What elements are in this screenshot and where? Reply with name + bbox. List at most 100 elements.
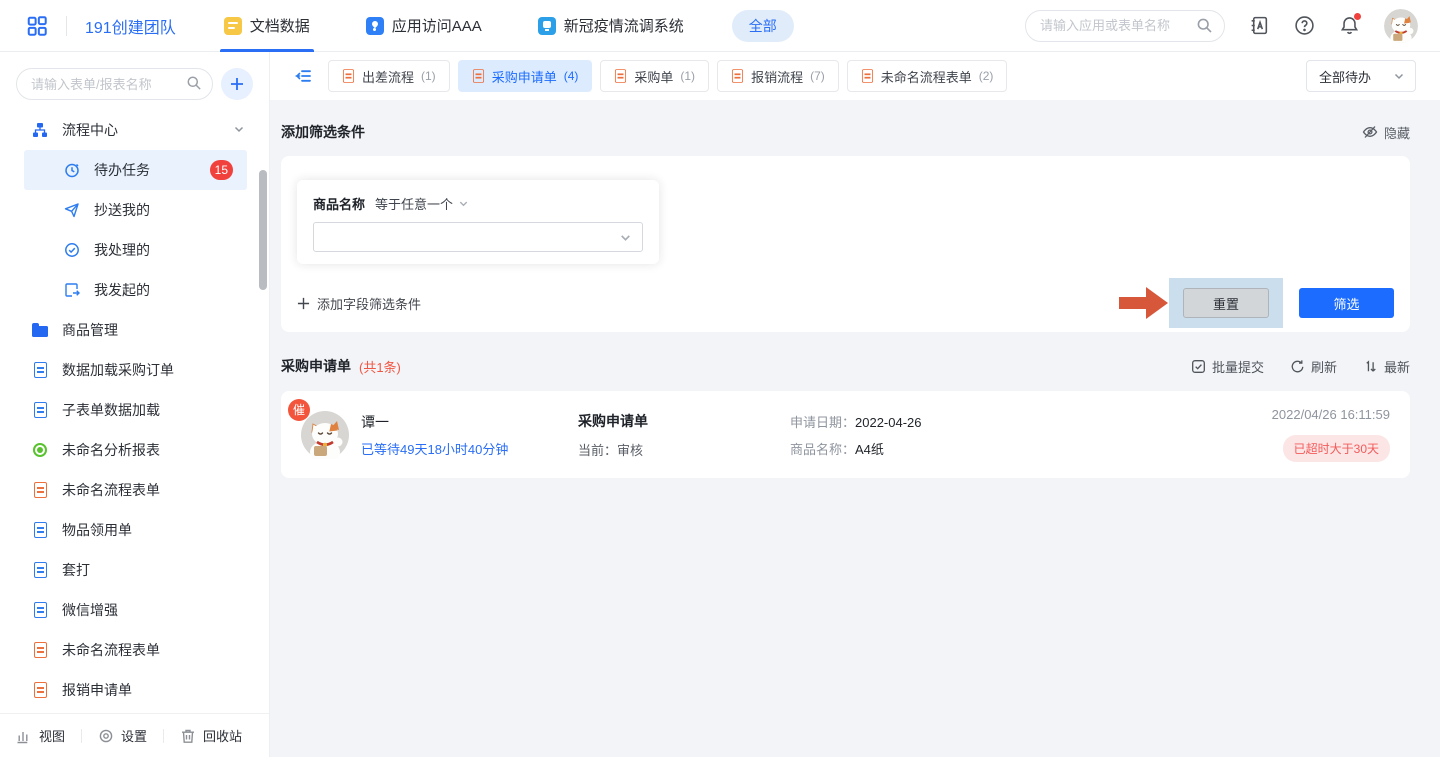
form-item-label: 套打 [62,560,90,580]
all-apps-pill[interactable]: 全部 [732,10,794,42]
urge-badge: 催 [288,399,310,421]
todo-scope-select[interactable]: 全部待办 [1306,60,1416,92]
team-name[interactable]: 191创建团队 [85,14,176,38]
overdue-tag: 已超时大于30天 [1283,435,1390,462]
todo-scope-value: 全部待办 [1319,67,1371,86]
task-list-item[interactable]: 催 [281,391,1410,478]
recycle-bin-button[interactable]: 回收站 [180,726,242,745]
trash-icon [180,728,196,744]
form-tab-business-trip[interactable]: 出差流程 (1) [328,60,450,92]
field-value: A4纸 [855,442,884,457]
sidebar-item-cc-to-me[interactable]: 抄送我的 [0,190,269,230]
sidebar-report-item[interactable]: 未命名分析报表 [0,430,269,470]
sidebar-form-item[interactable]: 数据加载采购订单 [0,350,269,390]
chevron-down-icon [619,231,632,244]
sidebar-item-label: 抄送我的 [94,200,150,220]
reset-button[interactable]: 重置 [1183,288,1269,318]
main-area: 出差流程 (1) 采购申请单 (4) 采购单 (1) [270,52,1440,757]
hide-label: 隐藏 [1384,123,1410,142]
sidebar-form-item[interactable]: 套打 [0,550,269,590]
form-tab-unnamed-process[interactable]: 未命名流程表单 (2) [847,60,1008,92]
todo-count-badge: 15 [210,160,233,180]
batch-submit-button[interactable]: 批量提交 [1191,357,1264,376]
sort-latest-button[interactable]: 最新 [1363,357,1410,376]
sidebar-item-todo-tasks[interactable]: 待办任务 15 [24,150,247,190]
sidebar-tree: 流程中心 待办任务 15 [0,110,269,713]
form-search [16,68,213,100]
action-label: 刷新 [1311,357,1337,376]
applicant-avatar [301,411,349,459]
refresh-icon [1290,359,1305,374]
bar-chart-icon [16,728,32,744]
folder-icon [32,322,48,338]
process-doc-icon [32,642,48,658]
form-item-label: 未命名流程表单 [62,640,160,660]
sidebar-form-item[interactable]: 物品领用单 [0,510,269,550]
app-access-icon [366,17,384,35]
field-value: 2022-04-26 [855,415,922,430]
form-tab-label: 出差流程 [362,67,414,86]
add-form-button[interactable] [221,68,253,100]
form-tab-purchase-request[interactable]: 采购申请单 (4) [458,60,593,92]
form-tab-count: (4) [564,69,579,83]
sidebar-item-handled-by-me[interactable]: 我处理的 [0,230,269,270]
sidebar-group-process-center[interactable]: 流程中心 [0,110,269,150]
sidebar-form-item[interactable]: 未命名流程表单 [0,470,269,510]
action-label: 批量提交 [1212,357,1264,376]
add-condition-label: 添加字段筛选条件 [317,294,421,313]
form-tab-reimbursement[interactable]: 报销流程 (7) [717,60,839,92]
refresh-button[interactable]: 刷新 [1290,357,1337,376]
nav-tab-label: 应用访问AAA [392,15,482,36]
nav-tab-covid-system[interactable]: 新冠疫情流调系统 [538,0,684,52]
footer-label: 回收站 [203,726,242,745]
filter-panel: 商品名称 等于任意一个 添加字段筛选 [281,156,1410,332]
top-nav: 191创建团队 文档数据 应用访问AAA 新冠疫情流调系统 全部 [0,0,1440,52]
apps-grid-icon[interactable] [26,15,48,37]
chevron-down-icon [458,198,469,209]
contacts-icon[interactable] [1249,15,1270,36]
sidebar-item-initiated-by-me[interactable]: 我发起的 [0,270,269,310]
form-tab-label: 采购单 [634,67,673,86]
waiting-duration: 已等待49天18小时40分钟 [361,439,578,458]
form-search-input[interactable] [16,68,213,100]
sidebar-form-item[interactable]: 未命名流程表单 [0,630,269,670]
sidebar: 流程中心 待办任务 15 [0,52,270,757]
sidebar-form-item[interactable]: 报销申请单 [0,670,269,710]
form-doc-icon [32,522,48,538]
chevron-down-icon[interactable] [233,123,245,135]
covid-system-icon [538,17,556,35]
nav-tab-label: 文档数据 [250,15,310,36]
nav-tab-label: 新冠疫情流调系统 [564,15,684,36]
field-label: 申请日期： [790,415,855,430]
views-button[interactable]: 视图 [16,726,65,745]
send-icon [64,202,80,218]
sidebar-form-item[interactable]: 子表单数据加载 [0,390,269,430]
group-label: 流程中心 [62,120,118,140]
notification-bell-icon[interactable] [1339,15,1360,36]
form-tab-label: 报销流程 [751,67,803,86]
item-timestamp: 2022/04/26 16:11:59 [1272,407,1390,422]
nav-tab-doc-data[interactable]: 文档数据 [224,0,310,52]
add-filter-condition-link[interactable]: 添加字段筛选条件 [297,294,421,313]
folder-label: 商品管理 [62,320,118,340]
form-tabs-bar: 出差流程 (1) 采购申请单 (4) 采购单 (1) [270,52,1440,100]
hide-filters-link[interactable]: 隐藏 [1362,123,1410,142]
condition-value-select[interactable] [313,222,643,252]
form-tab-purchase-order[interactable]: 采购单 (1) [600,60,709,92]
annotation-arrow-icon [1119,284,1169,322]
help-icon[interactable] [1294,15,1315,36]
nav-tab-app-access[interactable]: 应用访问AAA [366,0,482,52]
sidebar-form-item[interactable]: 微信增强 [0,590,269,630]
sidebar-scrollbar[interactable] [259,170,267,290]
check-circle-icon [64,242,80,258]
sidebar-folder-product-mgmt[interactable]: 商品管理 [0,310,269,350]
collapse-sidebar-icon[interactable] [294,67,312,85]
checkbox-icon [1191,359,1206,374]
condition-operator-select[interactable]: 等于任意一个 [375,194,469,213]
settings-button[interactable]: 设置 [98,726,147,745]
filter-submit-button[interactable]: 筛选 [1299,288,1394,318]
global-search-input[interactable] [1025,10,1225,42]
user-avatar[interactable] [1384,9,1418,43]
form-item-label: 报销申请单 [62,680,132,700]
condition-field-name: 商品名称 [313,194,365,213]
